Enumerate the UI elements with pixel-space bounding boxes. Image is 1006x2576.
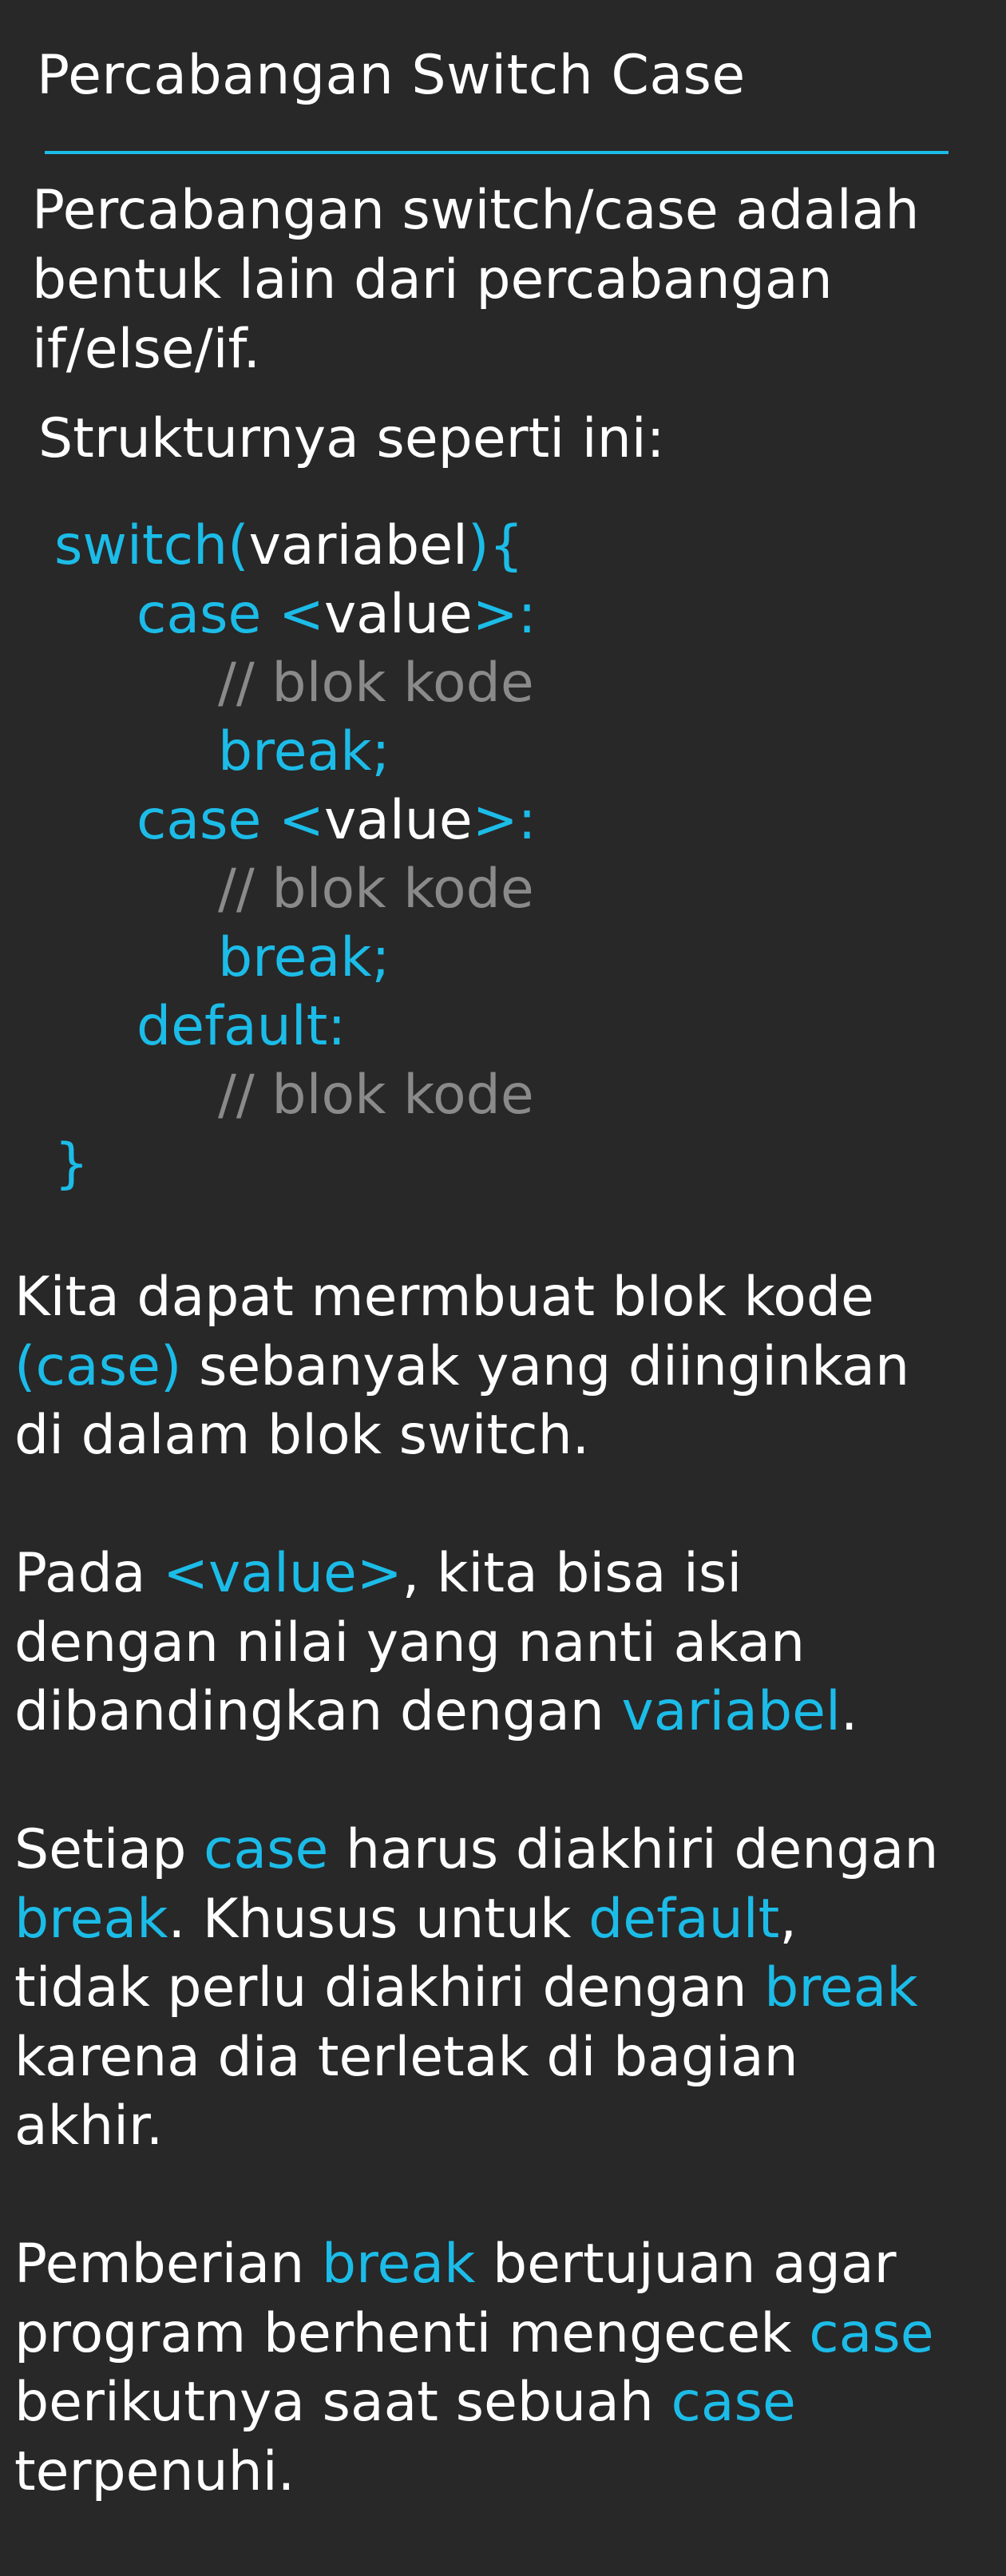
code-value: value bbox=[323, 789, 473, 852]
highlight-keyword: case bbox=[809, 2301, 934, 2365]
intro-line: if/else/if. bbox=[32, 318, 261, 381]
text-span: Pada bbox=[14, 1542, 164, 1605]
text-span: tidak perlu diakhiri dengan bbox=[14, 1956, 765, 2019]
intro-line: bentuk lain dari percabangan bbox=[32, 248, 833, 311]
text-span: karena dia terletak di bagian bbox=[14, 2025, 798, 2089]
code-line-case: case <value>: bbox=[54, 581, 537, 649]
highlight-keyword: break bbox=[14, 1887, 168, 1951]
code-line-comment: // blok kode bbox=[54, 1061, 537, 1130]
paragraph-value: Pada <value>, kita bisa isi dengan nilai… bbox=[14, 1540, 1004, 1747]
text-span: dengan nilai yang nanti akan bbox=[14, 1611, 806, 1674]
text-span: program berhenti mengecek bbox=[14, 2301, 810, 2365]
code-comment: // blok kode bbox=[218, 652, 534, 715]
text-span: . bbox=[840, 1680, 858, 1743]
code-punctuation: < bbox=[278, 583, 324, 646]
code-punctuation: >: bbox=[472, 789, 537, 852]
explanation-text: Kita dapat mermbuat blok kode (case) seb… bbox=[14, 1263, 1004, 2576]
code-line-break: break; bbox=[54, 924, 537, 993]
code-keyword: default: bbox=[137, 995, 347, 1058]
highlight-keyword: case bbox=[671, 2371, 796, 2434]
text-span: . Khusus untuk bbox=[168, 1887, 589, 1951]
structure-heading: Strukturnya seperti ini: bbox=[38, 407, 665, 470]
text-span: Setiap bbox=[14, 1818, 204, 1881]
text-span: di dalam blok switch. bbox=[14, 1404, 590, 1467]
code-keyword: case bbox=[137, 583, 262, 646]
highlight-keyword: break bbox=[321, 2233, 476, 2296]
code-line-close: } bbox=[54, 1130, 537, 1199]
code-variable: variabel bbox=[248, 514, 468, 577]
text-span: berikutnya saat sebuah bbox=[14, 2371, 671, 2434]
code-punctuation: } bbox=[54, 1132, 89, 1195]
text-span: dibandingkan dengan bbox=[14, 1680, 622, 1743]
code-punctuation: ){ bbox=[467, 514, 524, 577]
code-keyword: break; bbox=[218, 926, 390, 989]
text-span: harus diakhiri dengan bbox=[328, 1818, 939, 1881]
code-line-comment: // blok kode bbox=[54, 649, 537, 718]
code-line-break: break; bbox=[54, 718, 537, 787]
code-block: switch(variabel){ case <value>: // blok … bbox=[54, 512, 537, 1199]
highlight-keyword: case bbox=[204, 1818, 329, 1881]
code-keyword: switch( bbox=[54, 514, 249, 577]
code-punctuation: < bbox=[278, 789, 324, 852]
code-value: value bbox=[323, 583, 473, 646]
code-keyword: break; bbox=[218, 720, 390, 783]
text-span: Pemberian bbox=[14, 2233, 322, 2296]
code-line-default: default: bbox=[54, 993, 537, 1061]
code-keyword: case bbox=[137, 789, 262, 852]
text-span: , kita bisa isi bbox=[402, 1542, 743, 1605]
paragraph-purpose: Pemberian break bertujuan agar program b… bbox=[14, 2230, 1004, 2507]
paragraph-break: Setiap case harus diakhiri dengan break.… bbox=[14, 1816, 1004, 2162]
code-punctuation: >: bbox=[472, 583, 537, 646]
highlight-keyword: <value> bbox=[163, 1542, 402, 1605]
highlight-keyword: variabel bbox=[621, 1680, 841, 1743]
code-line-comment: // blok kode bbox=[54, 855, 537, 924]
highlight-keyword: (case) bbox=[14, 1334, 182, 1398]
text-span: Kita dapat mermbuat blok kode bbox=[14, 1266, 874, 1329]
text-span: sebanyak yang diinginkan bbox=[181, 1334, 910, 1398]
code-comment: // blok kode bbox=[218, 1064, 534, 1127]
intro-line: Percabangan switch/case adalah bbox=[32, 179, 920, 242]
highlight-keyword: default bbox=[588, 1887, 780, 1951]
code-line-switch: switch(variabel){ bbox=[54, 512, 537, 581]
code-line-case: case <value>: bbox=[54, 787, 537, 855]
paragraph-case: Kita dapat mermbuat blok kode (case) seb… bbox=[14, 1263, 1004, 1471]
title-divider bbox=[45, 151, 949, 154]
highlight-keyword: break bbox=[764, 1956, 918, 2019]
text-span: terpenuhi. bbox=[14, 2439, 295, 2503]
text-span: bertujuan agar bbox=[475, 2233, 897, 2296]
text-span: , bbox=[779, 1887, 797, 1951]
text-span: akhir. bbox=[14, 2094, 164, 2158]
intro-paragraph: Percabangan switch/case adalah bentuk la… bbox=[32, 176, 990, 384]
page-title: Percabangan Switch Case bbox=[37, 44, 746, 107]
code-comment: // blok kode bbox=[218, 858, 534, 921]
